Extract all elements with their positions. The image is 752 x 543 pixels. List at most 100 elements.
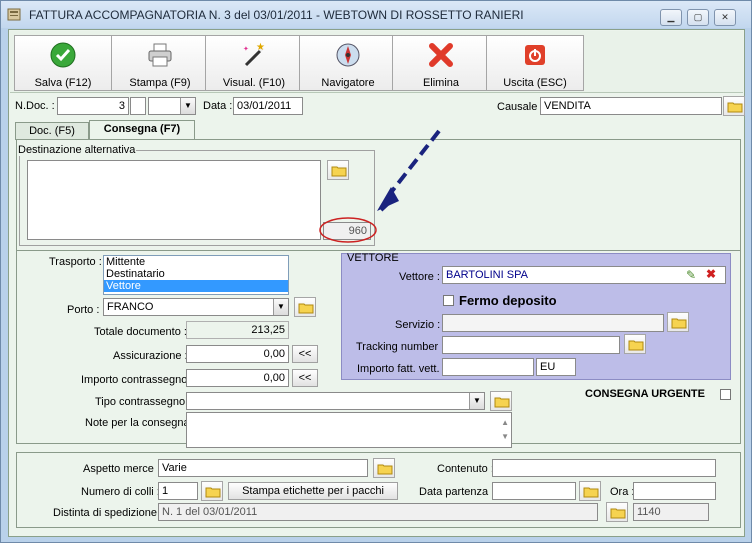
colli-input[interactable]: 1 — [158, 482, 198, 500]
data-partenza-input[interactable] — [492, 482, 576, 500]
causale-label: Causale : — [497, 101, 544, 113]
tab-consegna[interactable]: Consegna (F7) — [89, 120, 195, 140]
compass-icon — [336, 43, 360, 67]
save-label: Salva (F12) — [34, 77, 92, 89]
window-title: FATTURA ACCOMPAGNATORIA N. 3 del 03/01/2… — [29, 8, 524, 22]
folder-icon — [671, 318, 687, 329]
list-item[interactable]: Mittente — [104, 256, 288, 268]
vettore-label: Vettore : — [399, 271, 440, 283]
delete-label: Elimina — [422, 77, 460, 89]
ndoc-suffix-input[interactable] — [130, 97, 146, 115]
ora-label: Ora : — [610, 486, 635, 498]
tipo-contrassegno-label: Tipo contrassegno : — [95, 396, 192, 408]
tracking-lookup-button[interactable] — [624, 334, 646, 354]
servizio-lookup-button[interactable] — [667, 312, 689, 332]
servizio-label: Servizio : — [395, 319, 441, 331]
chevron-down-icon: ▼ — [273, 299, 288, 315]
visual-label: Visual. (F10) — [222, 77, 286, 89]
distinta-lookup-button[interactable] — [606, 502, 628, 522]
exit-label: Uscita (ESC) — [503, 77, 567, 89]
vettore-legend: VETTORE — [347, 252, 399, 264]
annotation-circle — [319, 217, 377, 243]
exit-button[interactable]: Uscita (ESC) — [486, 35, 584, 91]
contrassegno-input[interactable]: 0,00 — [186, 369, 289, 387]
app-icon — [7, 8, 21, 21]
contenuto-input[interactable] — [492, 459, 716, 477]
save-button[interactable]: Salva (F12) — [14, 35, 112, 91]
causale-lookup-button[interactable] — [723, 96, 745, 116]
fermo-deposito-checkbox[interactable] — [443, 295, 454, 306]
porto-lookup-button[interactable] — [294, 297, 316, 317]
list-item[interactable]: Destinatario — [104, 268, 288, 280]
assicurazione-input[interactable]: 0,00 — [186, 345, 289, 363]
contrassegno-label: Importo contrassegno : — [81, 374, 194, 386]
folder-icon — [377, 464, 393, 475]
minimize-button[interactable]: ▁ — [660, 9, 682, 26]
check-icon — [50, 42, 76, 68]
ndoc-input[interactable]: 3 — [57, 97, 129, 115]
note-textarea[interactable]: ▲ ▼ — [186, 412, 512, 448]
delete-x-icon — [429, 43, 453, 67]
importo-vettore-label: Importo fatt. vett. : — [357, 363, 446, 375]
trasporto-listbox[interactable]: Mittente Destinatario Vettore — [103, 255, 289, 295]
copy-assicurazione-button[interactable]: << — [292, 345, 318, 363]
print-label: Stampa (F9) — [129, 77, 191, 89]
copy-contrassegno-button[interactable]: << — [292, 369, 318, 387]
tracking-label: Tracking number : — [356, 341, 445, 353]
contenuto-label: Contenuto : — [437, 463, 494, 475]
ora-input[interactable] — [633, 482, 716, 500]
ndoc-label: N.Doc. : — [15, 100, 55, 112]
porto-select[interactable]: FRANCO ▼ — [103, 298, 289, 316]
date-input[interactable]: 03/01/2011 — [233, 97, 303, 115]
destinazione-textarea[interactable] — [27, 160, 321, 240]
list-item-selected[interactable]: Vettore — [104, 280, 288, 292]
folder-icon — [205, 487, 221, 498]
folder-icon — [298, 303, 314, 314]
data-partenza-lookup-button[interactable] — [579, 481, 601, 501]
maximize-button[interactable]: ▢ — [687, 9, 709, 26]
print-button[interactable]: Stampa (F9) — [111, 35, 209, 91]
trasporto-label: Trasporto : — [49, 256, 102, 268]
consegna-urgente-checkbox[interactable] — [720, 389, 731, 400]
distinta-field: N. 1 del 03/01/2011 — [158, 503, 598, 521]
scroll-down-icon[interactable]: ▼ — [501, 429, 509, 445]
folder-icon — [628, 340, 644, 351]
aspetto-lookup-button[interactable] — [373, 458, 395, 478]
section-divider — [16, 250, 741, 251]
visual-button[interactable]: ★ ✦ Visual. (F10) — [205, 35, 303, 91]
currency-field[interactable]: EU — [536, 358, 576, 376]
colli-lookup-button[interactable] — [201, 481, 223, 501]
power-icon — [525, 45, 545, 65]
porto-value: FRANCO — [107, 301, 154, 313]
tab-doc[interactable]: Doc. (F5) — [15, 122, 89, 140]
tipo-contrassegno-select[interactable]: ▼ — [186, 392, 485, 410]
ndoc-series-select[interactable]: ▼ — [148, 97, 196, 115]
aspetto-input[interactable]: Varie — [158, 459, 368, 477]
folder-icon — [727, 102, 743, 113]
printer-icon — [148, 43, 172, 67]
servizio-select[interactable] — [442, 314, 664, 332]
vettore-input[interactable]: BARTOLINI SPA — [442, 266, 726, 284]
title-bar: FATTURA ACCOMPAGNATORIA N. 3 del 03/01/2… — [1, 1, 751, 28]
folder-icon — [583, 487, 599, 498]
assicurazione-label: Assicurazione : — [113, 350, 188, 362]
totale-field: 213,25 — [186, 321, 289, 339]
clear-icon[interactable]: ✖ — [706, 267, 716, 281]
aspetto-label: Aspetto merce : — [83, 463, 161, 475]
print-labels-button[interactable]: Stampa etichette per i pacchi — [228, 482, 398, 500]
chevron-down-icon: ▼ — [180, 98, 195, 114]
distinta-label: Distinta di spedizione : — [53, 507, 164, 519]
delete-button[interactable]: Elimina — [392, 35, 490, 91]
pencil-icon[interactable]: ✎ — [686, 268, 696, 282]
colli-label: Numero di colli : — [81, 486, 160, 498]
distinta-code-field: 1140 — [633, 503, 709, 521]
consegna-urgente-label: CONSEGNA URGENTE — [585, 388, 705, 400]
tipo-contrassegno-lookup-button[interactable] — [490, 391, 512, 411]
svg-text:★: ★ — [256, 42, 265, 53]
tracking-input[interactable] — [442, 336, 620, 354]
close-button[interactable]: ✕ — [714, 9, 736, 26]
data-label: Data : — [203, 100, 233, 112]
causale-input[interactable]: VENDITA — [540, 97, 722, 115]
importo-vettore-input[interactable] — [442, 358, 534, 376]
navigator-button[interactable]: Navigatore — [299, 35, 397, 91]
